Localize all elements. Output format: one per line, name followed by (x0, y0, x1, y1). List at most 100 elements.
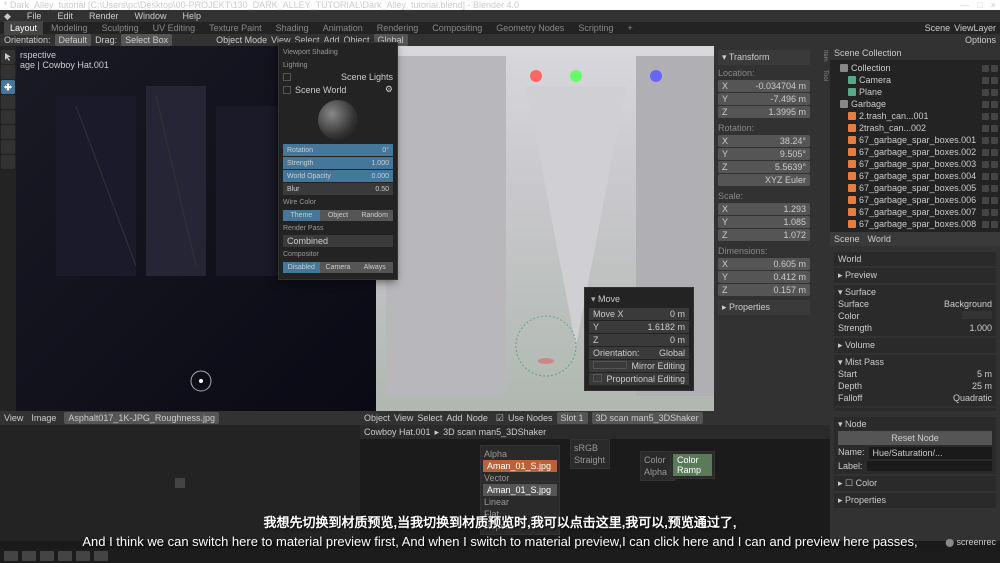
menu-help[interactable]: Help (183, 11, 202, 21)
render-icon[interactable] (991, 101, 998, 108)
tab-layout[interactable]: Layout (4, 21, 43, 35)
node-node-menu[interactable]: Node (466, 413, 488, 423)
visibility-icon[interactable] (982, 89, 989, 96)
scene-lights-checkbox[interactable] (283, 73, 291, 81)
tab-tool[interactable]: Tool (814, 66, 830, 85)
preview-section[interactable]: ▸ Preview (834, 268, 996, 283)
tab-add[interactable]: + (621, 21, 638, 35)
taskbar-app[interactable] (58, 551, 72, 561)
scale-x[interactable]: 1.293 (732, 204, 806, 214)
render-icon[interactable] (991, 125, 998, 132)
tab-sculpting[interactable]: Sculpting (96, 21, 145, 35)
node-linear[interactable]: Linear (483, 496, 557, 508)
reset-node-button[interactable]: Reset Node (838, 431, 992, 445)
visibility-icon[interactable] (982, 77, 989, 84)
rot-mode-dropdown[interactable]: XYZ Euler (718, 174, 810, 186)
render-icon[interactable] (991, 137, 998, 144)
tab-rendering[interactable]: Rendering (371, 21, 425, 35)
viewlayer-selector[interactable]: ViewLayer (954, 23, 996, 33)
render-icon[interactable] (991, 197, 998, 204)
visibility-icon[interactable] (982, 185, 989, 192)
visibility-icon[interactable] (982, 209, 989, 216)
tool-scale[interactable] (1, 110, 15, 124)
loc-x[interactable]: -0.034704 m (732, 81, 806, 91)
transform-header[interactable]: ▾ Transform (718, 50, 810, 65)
tool-select[interactable] (1, 65, 15, 79)
render-icon[interactable] (991, 113, 998, 120)
move-y-val[interactable]: 1.6182 m (647, 322, 685, 332)
prop-checkbox[interactable] (593, 374, 602, 382)
rot-z[interactable]: 5.5639° (732, 162, 806, 172)
render-icon[interactable] (991, 149, 998, 156)
tool-move[interactable] (1, 80, 15, 94)
render-icon[interactable] (991, 89, 998, 96)
surface-header[interactable]: ▾ Surface (838, 287, 992, 298)
falloff-val[interactable]: Quadratic (953, 393, 992, 403)
depth-val[interactable]: 25 m (972, 381, 992, 391)
tree-item[interactable]: Camera (832, 74, 998, 86)
move-x-val[interactable]: 0 m (670, 309, 685, 319)
tree-item[interactable]: 67_garbage_spar_boxes.001 (832, 134, 998, 146)
properties-header[interactable]: ▸ Properties (718, 300, 810, 315)
wire-object-btn[interactable]: Object (320, 210, 357, 221)
dim-x[interactable]: 0.605 m (732, 259, 806, 269)
move-title[interactable]: ▾ Move (589, 292, 689, 307)
options-btn[interactable]: Options (965, 35, 996, 45)
node-srgb[interactable]: sRGB (573, 442, 607, 454)
wire-random-btn[interactable]: Random (356, 210, 393, 221)
strength-value[interactable]: 1.000 (371, 160, 389, 167)
render-icon[interactable] (991, 173, 998, 180)
loc-y[interactable]: -7.496 m (732, 94, 806, 104)
tool-measure[interactable] (1, 155, 15, 169)
scene-world-checkbox[interactable] (283, 86, 291, 94)
comp-disabled-btn[interactable]: Disabled (283, 262, 320, 273)
tree-item[interactable]: Garbage (832, 98, 998, 110)
tree-item[interactable]: 67_garbage_spar_boxes.003 (832, 158, 998, 170)
tool-annotate[interactable] (1, 140, 15, 154)
img-image-menu[interactable]: Image (31, 413, 56, 423)
node-color-out[interactable]: Color (643, 454, 672, 466)
render-icon[interactable] (991, 221, 998, 228)
scale-z[interactable]: 1.072 (732, 230, 806, 240)
start-val[interactable]: 5 m (977, 369, 992, 379)
tree-item[interactable]: Collection (832, 62, 998, 74)
tab-item[interactable]: Item (814, 46, 830, 66)
tab-animation[interactable]: Animation (317, 21, 369, 35)
world-opacity-value[interactable]: 0.000 (371, 173, 389, 180)
world-dropdown[interactable]: World (834, 252, 996, 266)
visibility-icon[interactable] (982, 173, 989, 180)
scene-selector[interactable]: Scene (925, 23, 951, 33)
taskbar-app[interactable] (76, 551, 90, 561)
dim-y[interactable]: 0.412 m (732, 272, 806, 282)
maximize-icon[interactable]: □ (977, 0, 982, 10)
dim-z[interactable]: 0.157 m (732, 285, 806, 295)
visibility-icon[interactable] (982, 65, 989, 72)
orientation-val[interactable]: Global (659, 348, 685, 358)
tree-item[interactable]: 67_garbage_spar_boxes.004 (832, 170, 998, 182)
tab-compositing[interactable]: Compositing (426, 21, 488, 35)
tab-shading[interactable]: Shading (270, 21, 315, 35)
comp-camera-btn[interactable]: Camera (320, 262, 357, 273)
visibility-icon[interactable] (982, 197, 989, 204)
material-selector[interactable]: 3D scan man5_3DShaker (592, 412, 703, 424)
tab-uv[interactable]: UV Editing (147, 21, 202, 35)
tab-texture[interactable]: Texture Paint (203, 21, 268, 35)
color-swatch[interactable] (962, 311, 992, 319)
node-straight[interactable]: Straight (573, 454, 607, 466)
use-nodes-label[interactable]: Use Nodes (508, 413, 553, 423)
tool-transform[interactable] (1, 125, 15, 139)
img-view-menu[interactable]: View (4, 413, 23, 423)
tree-item[interactable]: 67_garbage_spar_boxes.002 (832, 146, 998, 158)
move-z-val[interactable]: 0 m (670, 335, 685, 345)
search-button[interactable] (22, 551, 36, 561)
render-pass-dropdown[interactable]: Combined (283, 235, 393, 247)
breadcrumb-object[interactable]: Cowboy Hat.001 (364, 427, 431, 437)
object-mode[interactable]: Object Mode (216, 35, 267, 45)
visibility-icon[interactable] (982, 101, 989, 108)
node-section-header[interactable]: ▾ Node (838, 419, 992, 430)
visibility-icon[interactable] (982, 221, 989, 228)
tree-item[interactable]: 2.trash_can...001 (832, 110, 998, 122)
node-add-menu[interactable]: Add (446, 413, 462, 423)
visibility-icon[interactable] (982, 113, 989, 120)
tree-item[interactable]: 2trash_can...002 (832, 122, 998, 134)
